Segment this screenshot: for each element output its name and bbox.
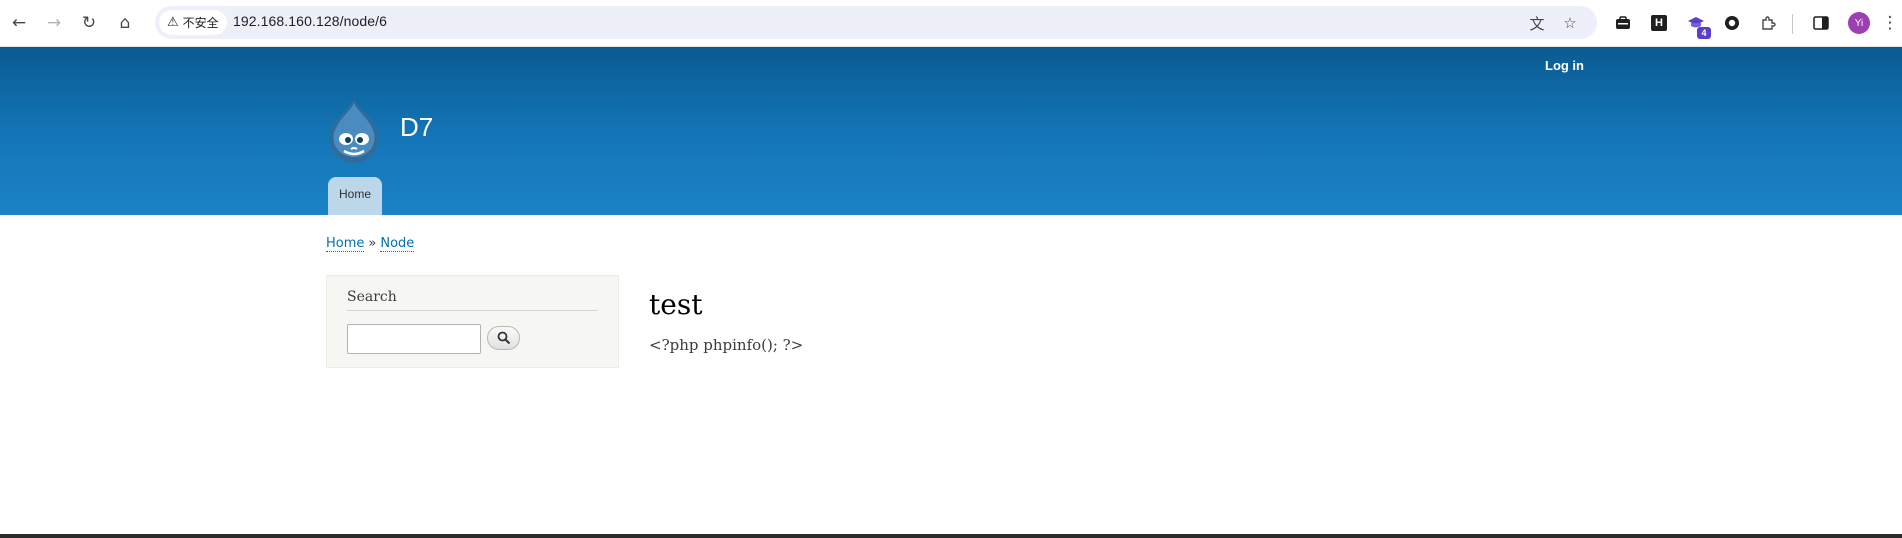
home-icon[interactable]: ⌂ [112,10,138,36]
extension-hat-icon[interactable]: 4 [1685,12,1711,39]
node-body: <?php phpinfo(); ?> [649,336,804,354]
breadcrumb-home-link[interactable]: Home [326,236,365,252]
search-block: Search [326,275,619,368]
extensions-puzzle-icon[interactable] [1757,12,1779,34]
search-icon [497,331,510,345]
translate-icon[interactable]: 文 [1527,13,1547,33]
bottom-border [0,534,1902,538]
extension-badge: 4 [1697,27,1711,39]
profile-avatar[interactable]: Yi [1848,12,1870,34]
site-header: Log in D7 Home [0,47,1902,215]
extension-toolbox-icon[interactable] [1612,12,1634,34]
browser-toolbar: ← → ↻ ⌂ ⚠ 不安全 192.168.160.128/node/6 文 ☆… [0,0,1902,47]
toolbar-divider [1792,14,1793,34]
forward-icon[interactable]: → [41,10,67,36]
main-menu-home-tab[interactable]: Home [328,177,382,215]
search-button[interactable] [487,326,520,350]
url-text[interactable]: 192.168.160.128/node/6 [233,13,387,29]
side-panel-icon[interactable] [1810,12,1832,34]
extension-circle-icon[interactable] [1721,12,1743,34]
breadcrumb-node-link[interactable]: Node [380,236,415,252]
address-bar[interactable]: ⚠ 不安全 192.168.160.128/node/6 文 ☆ [155,6,1597,39]
site-name[interactable]: D7 [400,112,433,143]
login-link[interactable]: Log in [1545,58,1584,73]
warning-icon: ⚠ [167,15,179,30]
node-title: test [649,288,703,321]
security-indicator[interactable]: ⚠ 不安全 [159,10,227,35]
back-icon[interactable]: ← [6,10,32,36]
bookmark-star-icon[interactable]: ☆ [1560,13,1580,33]
reload-icon[interactable]: ↻ [76,10,102,36]
search-block-title: Search [347,289,598,311]
menu-icon[interactable]: ⋮ [1880,10,1900,36]
breadcrumb-separator: » [368,236,377,251]
drupal-logo-icon[interactable] [324,97,384,165]
breadcrumb: Home» Node [326,236,415,252]
security-label: 不安全 [182,16,219,30]
extension-h-label: H [1651,15,1667,31]
extension-h-icon[interactable]: H [1648,12,1670,34]
search-input[interactable] [347,324,481,354]
